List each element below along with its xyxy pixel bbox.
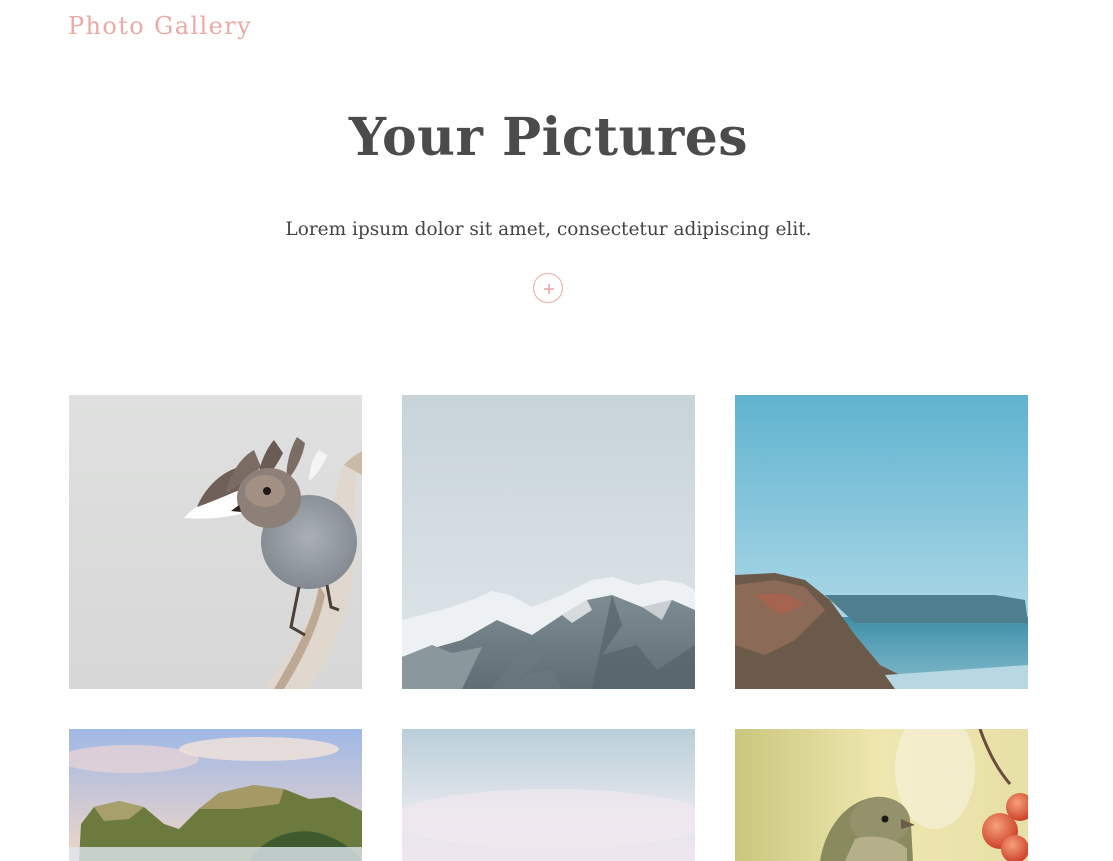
gallery-photo-finch[interactable] <box>735 729 1028 861</box>
brand-link[interactable]: Photo Gallery <box>68 9 252 43</box>
page: Photo Gallery Your Pictures Lorem ipsum … <box>0 0 1113 861</box>
plus-icon <box>544 284 554 294</box>
gallery-photo-mountains[interactable] <box>402 395 695 689</box>
gallery-photo-mist[interactable] <box>402 729 695 861</box>
bird-photo-image <box>69 395 362 689</box>
add-photo-button[interactable] <box>533 273 563 303</box>
gallery-photo-cliffs[interactable] <box>735 395 1028 689</box>
mountains-photo-image <box>402 395 695 689</box>
finch-photo-image <box>735 729 1028 861</box>
page-subtitle: Lorem ipsum dolor sit amet, consectetur … <box>285 219 812 240</box>
hills-photo-image <box>69 729 362 861</box>
gallery-photo-bird[interactable] <box>69 395 362 689</box>
mist-photo-image <box>402 729 695 861</box>
cliffs-photo-image <box>735 395 1028 689</box>
page-title: Your Pictures <box>348 107 749 168</box>
gallery-photo-hills[interactable] <box>69 729 362 861</box>
